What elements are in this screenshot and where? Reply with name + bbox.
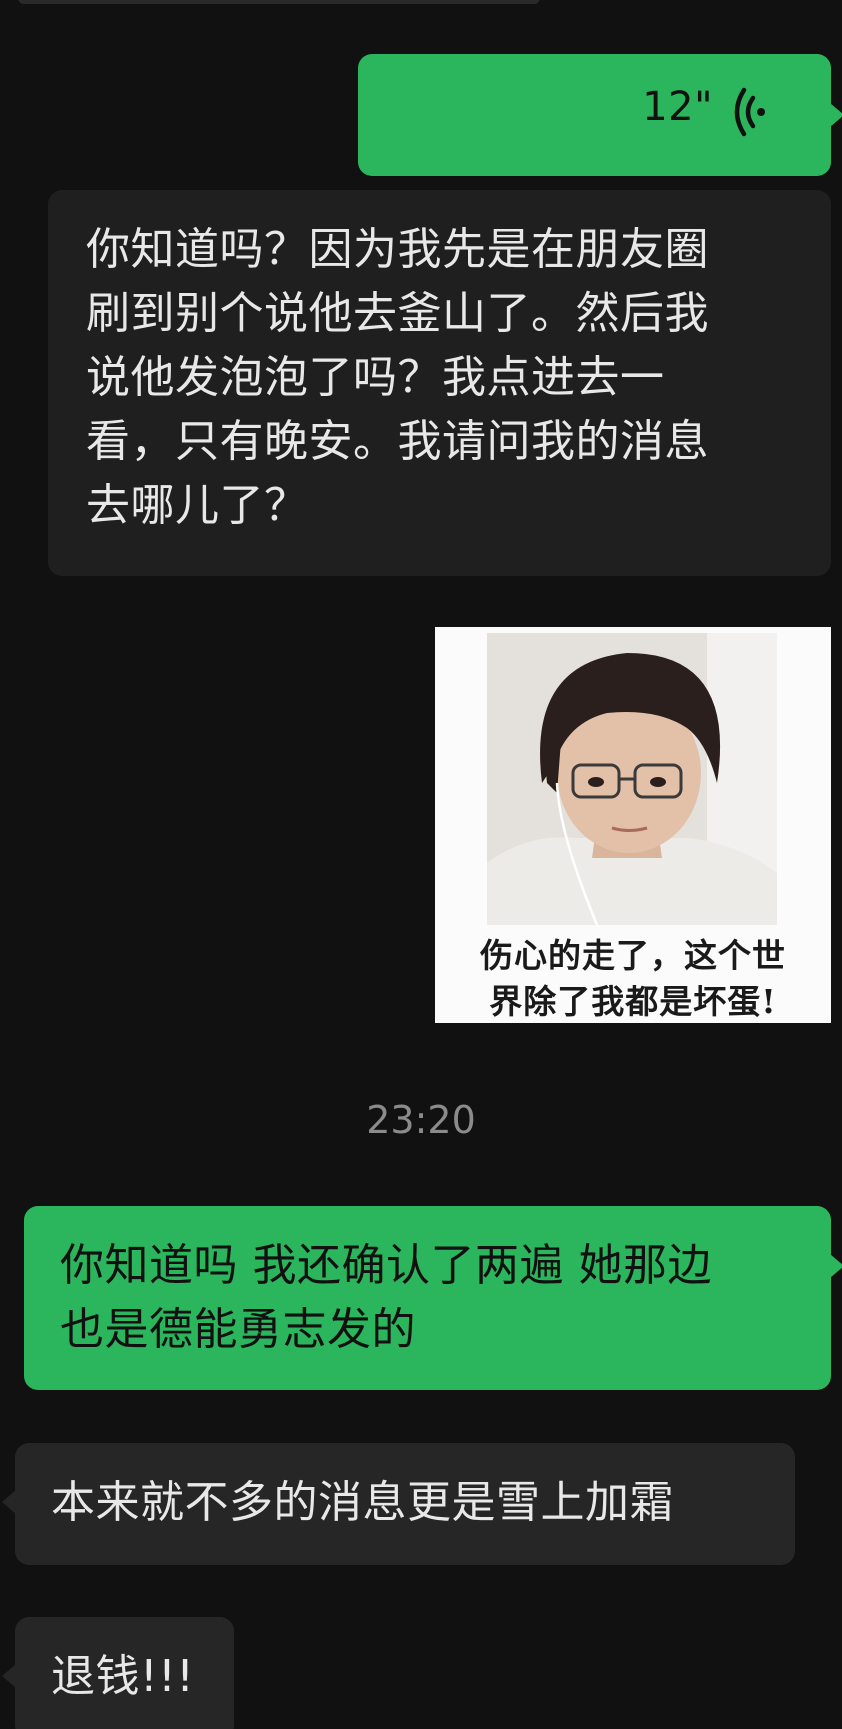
message-line: 你知道吗？因为我先是在朋友圈 (86, 224, 709, 275)
incoming-bubble-tail (2, 1490, 16, 1514)
message-line: 去哪儿了？ (86, 480, 309, 531)
message-text: 本来就不多的消息更是雪上加霜 (51, 1477, 674, 1528)
sticker-caption-line2: 界除了我都是坏蛋! (489, 982, 777, 1021)
previous-message-bubble-fragment[interactable] (18, 0, 540, 4)
message-line: 说他发泡泡了吗？我点进去一 (86, 352, 665, 403)
message-text: 退钱!!! (51, 1651, 195, 1702)
sticker-photo (487, 633, 777, 925)
incoming-message-long[interactable]: 你知道吗？因为我先是在朋友圈 刷到别个说他去釜山了。然后我 说他发泡泡了吗？我点… (48, 190, 831, 576)
outgoing-bubble-tail (830, 1254, 842, 1278)
voice-bubble-tail (830, 103, 842, 127)
voice-duration: 12" (642, 84, 713, 130)
outgoing-message[interactable]: 你知道吗 我还确认了两遍 她那边 也是德能勇志发的 (24, 1206, 831, 1390)
person-illustration (487, 633, 777, 925)
voice-wave-icon (734, 87, 765, 137)
chat-timestamp: 23:20 (366, 1098, 476, 1142)
incoming-bubble-tail (2, 1664, 16, 1688)
sticker-image[interactable]: 伤心的走了，这个世 界除了我都是坏蛋! (435, 627, 831, 1023)
chat-screen: 12" 你知道吗？因为我先是在朋友圈 刷到别个说他去釜山了。然后我 说他发泡泡了… (0, 0, 842, 1729)
message-line: 你知道吗 我还确认了两遍 她那边 (60, 1240, 712, 1291)
message-line: 也是德能勇志发的 (60, 1304, 416, 1355)
sticker-caption-line1: 伤心的走了，这个世 (480, 936, 786, 975)
incoming-message[interactable]: 本来就不多的消息更是雪上加霜 (15, 1443, 795, 1565)
voice-message-bubble[interactable]: 12" (358, 54, 831, 176)
message-line: 刷到别个说他去釜山了。然后我 (86, 288, 709, 339)
incoming-message[interactable]: 退钱!!! (15, 1617, 234, 1729)
message-line: 看，只有晚安。我请问我的消息 (86, 416, 709, 467)
